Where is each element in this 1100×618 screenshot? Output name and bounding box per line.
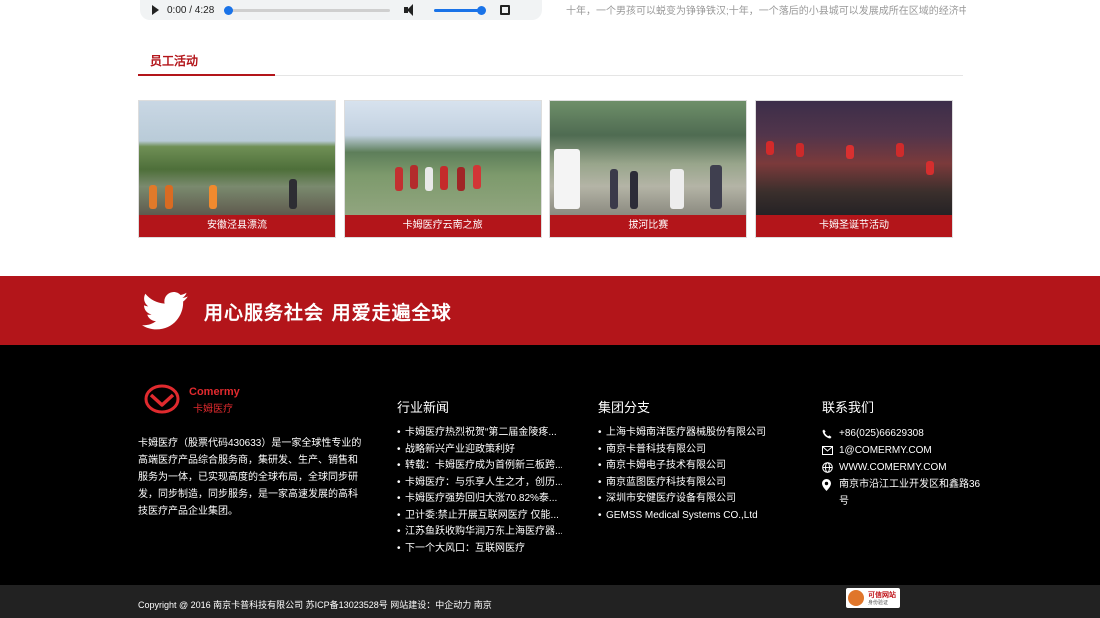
- location-pin-icon: [822, 476, 839, 510]
- phone-icon: [822, 425, 839, 442]
- industry-news: 行业新闻 • 卡姆医疗热烈祝贺“第二届金陵疼... • 战略新兴产业迎政策利好 • 转…: [397, 397, 562, 557]
- bottom-bar: Copyright @ 2016 南京卡普科技有限公司 苏ICP备1302352…: [0, 585, 1100, 618]
- twitter-bird-icon: [142, 292, 188, 330]
- group-branches: 集团分支 • 上海卡姆南洋医疗器械股份有限公司 • 南京卡普科技有限公司 • 南京卡姆…: [598, 397, 788, 524]
- audio-time: 0:00 / 4:28: [167, 4, 215, 16]
- activity-photo[interactable]: [139, 101, 335, 215]
- intro-excerpt[interactable]: 十年，一个男孩可以蜕变为铮铮铁汉;十年，一个落后的小县城可以发展成所在区域的经济…: [566, 2, 966, 17]
- trusted-site-badge[interactable]: 可信网站 身份验证: [846, 588, 900, 608]
- branch-item[interactable]: • 南京蓝图医疗科技有限公司: [598, 475, 788, 492]
- activity-caption[interactable]: 卡姆圣诞节活动: [755, 215, 952, 237]
- branch-item[interactable]: • 深圳市安健医疗设备有限公司: [598, 491, 788, 508]
- news-item[interactable]: • 战略新兴产业迎政策利好: [397, 442, 562, 459]
- activity-cards: 安徽泾县漂流 卡姆医疗云南之旅 拔河比赛 卡姆圣诞节活动: [138, 100, 953, 238]
- activity-caption[interactable]: 安徽泾县漂流: [139, 215, 335, 237]
- volume-icon[interactable]: [404, 3, 418, 17]
- play-icon[interactable]: [152, 5, 159, 15]
- activity-photo[interactable]: [755, 101, 952, 215]
- globe-icon: [822, 459, 839, 476]
- contact-us: 联系我们 +86(025)66629308 1@COMERMY.COM WWW.…: [822, 397, 982, 510]
- activity-card[interactable]: 卡姆圣诞节活动: [754, 100, 953, 238]
- logo-cn: 卡姆医疗: [193, 404, 233, 415]
- activity-photo[interactable]: [344, 101, 541, 215]
- branch-item[interactable]: • 上海卡姆南洋医疗器械股份有限公司: [598, 425, 788, 442]
- news-item[interactable]: • 江苏鱼跃收购华润万东上海医疗器...: [397, 524, 562, 541]
- page: 0:00 / 4:28 十年，一个男孩可以蜕变为铮铮铁汉;十年，一个落后的小县城…: [0, 0, 1100, 618]
- news-item[interactable]: • 卡姆医疗：与乐享人生之才，创历...: [397, 475, 562, 492]
- contact-address: 南京市沿江工业开发区和鑫路36号: [822, 476, 982, 510]
- branch-item[interactable]: • 南京卡普科技有限公司: [598, 442, 788, 459]
- audio-player[interactable]: 0:00 / 4:28: [140, 0, 542, 20]
- contact-title: 联系我们: [822, 400, 875, 415]
- activity-card[interactable]: 拔河比赛: [549, 100, 748, 238]
- branch-item[interactable]: • GEMSS Medical Systems CO.,Ltd: [598, 508, 788, 525]
- audio-seek-bar[interactable]: [224, 5, 391, 15]
- badge-seal-icon: [848, 590, 864, 606]
- news-item[interactable]: • 转载：卡姆医疗成为首例新三板跨...: [397, 458, 562, 475]
- news-title: 行业新闻: [397, 400, 450, 415]
- slogan-banner: 用心服务社会 用爱走遍全球: [0, 276, 1100, 345]
- contact-email: 1@COMERMY.COM: [822, 442, 982, 459]
- company-logo[interactable]: Comermy 卡姆医疗: [143, 383, 253, 417]
- copyright: Copyright @ 2016 南京卡普科技有限公司 苏ICP备1302352…: [138, 600, 492, 610]
- banner-slogan: 用心服务社会 用爱走遍全球: [204, 302, 452, 324]
- seek-knob[interactable]: [224, 5, 234, 15]
- company-about: 卡姆医疗（股票代码430633）是一家全球性专业的高端医疗产品综合服务商，集研发…: [138, 438, 362, 517]
- activity-caption[interactable]: 拔河比赛: [550, 215, 747, 237]
- branches-title: 集团分支: [598, 400, 651, 415]
- contact-website: WWW.COMERMY.COM: [822, 459, 982, 476]
- volume-knob[interactable]: [477, 5, 487, 15]
- news-item[interactable]: • 卡姆医疗强势回归大涨70.82%泰...: [397, 491, 562, 508]
- contact-phone: +86(025)66629308: [822, 425, 982, 442]
- news-item[interactable]: • 下一个大风口：互联网医疗: [397, 541, 562, 558]
- section-header: 员工活动: [138, 52, 963, 76]
- activity-card[interactable]: 卡姆医疗云南之旅: [343, 100, 542, 238]
- logo-en: Comermy: [189, 386, 240, 398]
- volume-slider[interactable]: [434, 5, 487, 15]
- logo-mark-icon: [144, 384, 180, 414]
- top-strip: 0:00 / 4:28 十年，一个男孩可以蜕变为铮铮铁汉;十年，一个落后的小县城…: [0, 0, 1100, 50]
- news-item[interactable]: • 卫计委:禁止开展互联网医疗 仅能...: [397, 508, 562, 525]
- activity-card[interactable]: 安徽泾县漂流: [138, 100, 336, 238]
- mail-icon: [822, 442, 839, 459]
- activity-photo[interactable]: [550, 101, 747, 215]
- activity-caption[interactable]: 卡姆医疗云南之旅: [344, 215, 541, 237]
- footer: Comermy 卡姆医疗 卡姆医疗（股票代码430633）是一家全球性专业的高端…: [0, 345, 1100, 585]
- fullscreen-icon[interactable]: [500, 5, 511, 15]
- section-title[interactable]: 员工活动: [138, 52, 275, 76]
- branch-item[interactable]: • 南京卡姆电子技术有限公司: [598, 458, 788, 475]
- news-item[interactable]: • 卡姆医疗热烈祝贺“第二届金陵疼...: [397, 425, 562, 442]
